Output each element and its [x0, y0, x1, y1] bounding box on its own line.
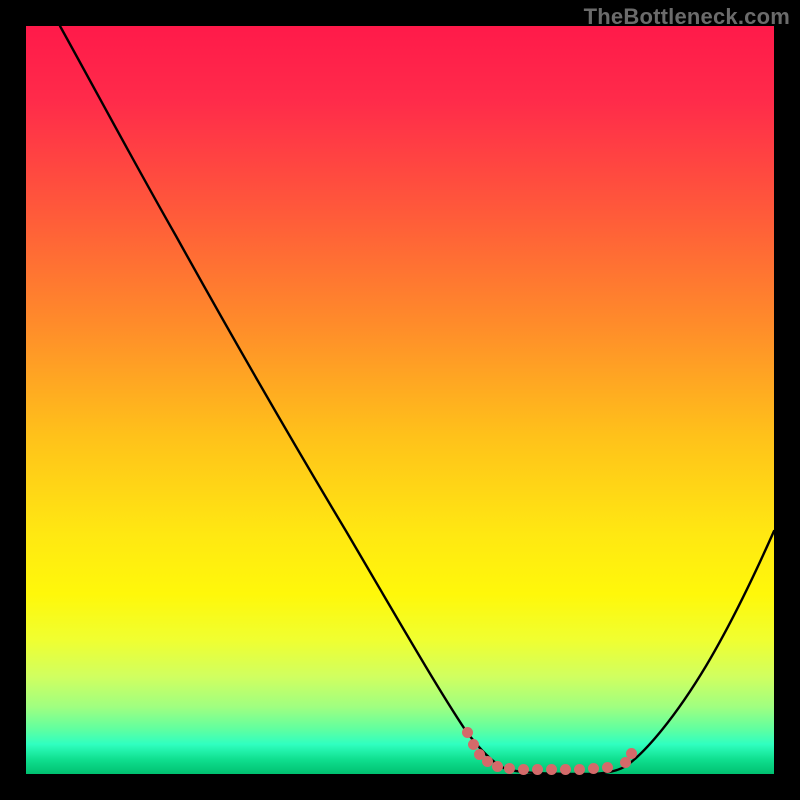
marker-dot	[588, 763, 599, 774]
marker-dot	[492, 761, 503, 772]
marker-dot	[626, 748, 637, 759]
chart-container: TheBottleneck.com	[0, 0, 800, 800]
marker-dot	[602, 762, 613, 773]
bottleneck-curve	[26, 26, 774, 774]
marker-dot	[504, 763, 515, 774]
marker-dot	[546, 764, 557, 775]
plot-area	[26, 26, 774, 774]
marker-dot	[462, 727, 473, 738]
marker-dot	[532, 764, 543, 775]
marker-cluster	[26, 26, 774, 40]
marker-dot	[574, 764, 585, 775]
curve-path	[60, 26, 774, 774]
marker-dot	[560, 764, 571, 775]
marker-dot	[518, 764, 529, 775]
